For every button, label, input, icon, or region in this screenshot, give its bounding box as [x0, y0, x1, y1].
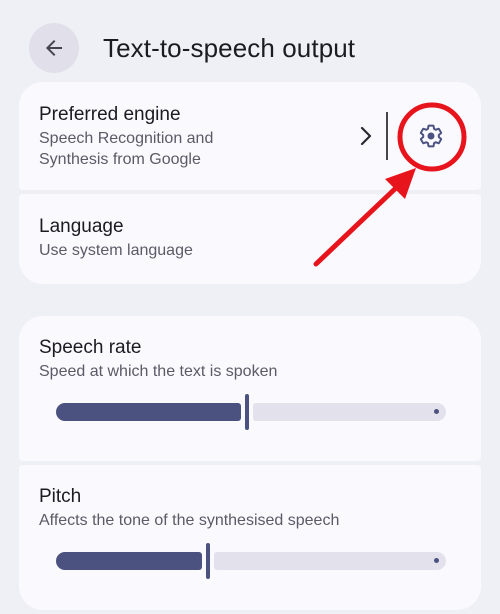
back-button[interactable] — [29, 23, 79, 73]
vertical-divider — [386, 112, 388, 160]
chevron-right-icon[interactable] — [357, 125, 375, 147]
pitch-slider-stop-indicator — [434, 558, 439, 563]
preferred-engine-item[interactable]: Preferred engine Speech Recognition and … — [19, 82, 481, 190]
preferred-engine-title: Preferred engine — [39, 104, 181, 125]
pitch-slider[interactable] — [56, 543, 446, 579]
speech-rate-slider-inactive-track — [253, 403, 446, 421]
preferred-engine-subtitle-line1: Speech Recognition and — [39, 130, 214, 147]
pitch-item: Pitch Affects the tone of the synthesise… — [19, 465, 481, 610]
arrow-back-icon — [46, 40, 62, 56]
pitch-slider-inactive-track — [214, 552, 446, 570]
language-item[interactable]: Language Use system language — [19, 194, 481, 284]
pitch-slider-active-track — [56, 552, 202, 570]
engine-settings-button[interactable] — [411, 116, 451, 156]
preferred-engine-subtitle-line2: Synthesis from Google — [39, 151, 201, 168]
speech-rate-slider-stop-indicator — [434, 409, 439, 414]
language-title: Language — [39, 216, 124, 237]
gear-icon — [419, 124, 443, 148]
speech-rate-item: Speech rate Speed at which the text is s… — [19, 316, 481, 461]
speech-rate-slider-active-track — [56, 403, 241, 421]
pitch-slider-handle[interactable] — [206, 543, 210, 579]
speech-rate-title: Speech rate — [39, 337, 142, 358]
speech-rate-slider-handle[interactable] — [245, 394, 249, 430]
speech-rate-subtitle: Speed at which the text is spoken — [39, 363, 278, 380]
language-subtitle: Use system language — [39, 242, 193, 259]
pitch-title: Pitch — [39, 486, 82, 507]
tts-output-screen: Text-to-speech output Preferred engine S… — [0, 0, 500, 614]
page-title: Text-to-speech output — [103, 33, 356, 63]
pitch-subtitle: Affects the tone of the synthesised spee… — [39, 512, 340, 529]
speech-rate-slider[interactable] — [56, 394, 446, 430]
